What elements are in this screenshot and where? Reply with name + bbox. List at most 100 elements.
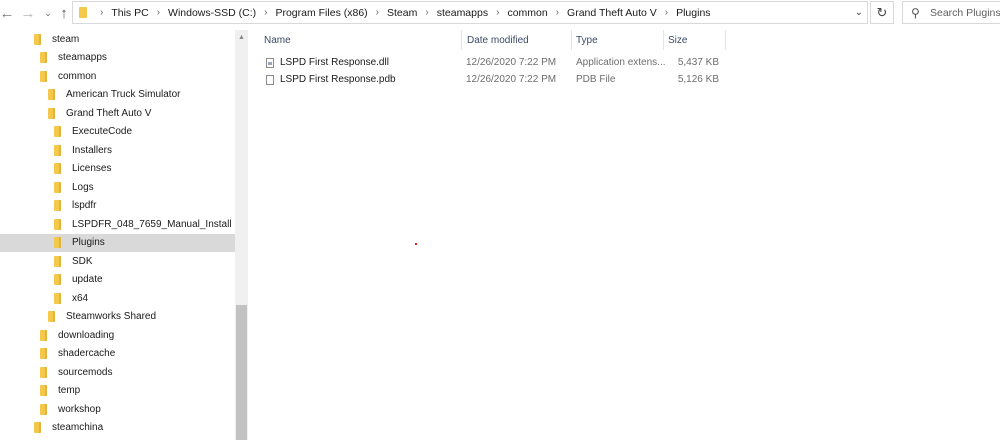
breadcrumb-item[interactable]: › steamapps xyxy=(417,7,488,19)
tree-item[interactable]: steamchina xyxy=(0,419,235,437)
tree-item-label: Plugins xyxy=(72,237,105,248)
up-arrow-icon: ↑ xyxy=(60,4,68,22)
tree-item-label: Installers xyxy=(72,144,113,156)
folder-icon xyxy=(48,311,55,322)
breadcrumb-separator-icon[interactable]: › xyxy=(425,7,428,18)
breadcrumb-item[interactable]: › Steam xyxy=(368,7,418,19)
address-bar[interactable]: › This PC › Windows-SSD (C:) › Program Files … xyxy=(72,1,868,24)
breadcrumb-item[interactable]: › Windows-SSD (C:) xyxy=(149,7,256,19)
breadcrumb-separator-icon[interactable]: › xyxy=(264,7,267,18)
forward-button[interactable]: → xyxy=(18,0,38,26)
breadcrumb-separator-icon[interactable]: › xyxy=(157,7,160,18)
tree-item-label: Grand Theft Auto V xyxy=(66,107,152,119)
file-name-cell[interactable]: LSPD First Response.dll xyxy=(266,54,389,71)
folder-icon xyxy=(79,7,87,18)
tree-item-label: steamchina xyxy=(52,422,104,433)
breadcrumb-item[interactable]: › Grand Theft Auto V xyxy=(548,7,657,19)
tree-item[interactable]: lspdfr xyxy=(0,197,235,215)
navigation-pane: steam steamapps common American Truck Simul… xyxy=(0,30,235,440)
file-type-cell: PDB File xyxy=(576,74,616,85)
chevron-down-icon: ⌄ xyxy=(854,7,863,18)
tree-item[interactable]: Plugins xyxy=(0,233,235,252)
folder-icon xyxy=(40,70,47,82)
column-header-type[interactable]: Type xyxy=(560,30,664,50)
tree-item-label: Steamworks Shared xyxy=(66,311,157,322)
tree-item[interactable]: common xyxy=(0,67,235,85)
breadcrumb: › This PC › Windows-SSD (C:) › Program Files … xyxy=(92,7,711,19)
back-arrow-icon: ← xyxy=(0,4,15,22)
breadcrumb-item[interactable]: › common xyxy=(488,7,548,19)
tree-item[interactable]: temp xyxy=(0,382,235,400)
tree-item[interactable]: shadercache xyxy=(0,345,235,363)
breadcrumb-item[interactable]: › Program Files (x86) xyxy=(256,7,368,19)
folder-icon xyxy=(54,163,61,174)
breadcrumb-separator-icon[interactable]: › xyxy=(376,7,379,18)
tree-item-label: x64 xyxy=(72,292,89,304)
tree-item[interactable]: American Truck Simulator xyxy=(0,86,235,104)
tree-item[interactable]: x64 xyxy=(0,289,235,307)
tree-item-label: steamapps xyxy=(58,52,107,63)
address-dropdown-button[interactable]: ⌄ xyxy=(855,2,863,23)
tree-item-label: update xyxy=(72,274,103,285)
file-row[interactable]: LSPD First Response.dll 12/26/2020 7:22 P… xyxy=(248,54,1000,71)
tree-item-label: shadercache xyxy=(58,348,116,359)
file-name-cell[interactable]: LSPD First Response.pdb xyxy=(266,71,396,88)
tree-item-label: workshop xyxy=(58,403,101,415)
column-header-size[interactable]: Size xyxy=(652,30,726,50)
breadcrumb-separator-icon[interactable]: › xyxy=(556,7,559,18)
breadcrumb-item[interactable]: › This PC xyxy=(92,7,149,19)
tree-item[interactable]: Installers xyxy=(0,141,235,159)
search-input[interactable] xyxy=(930,6,1000,19)
up-button[interactable]: ↑ xyxy=(56,0,72,26)
tree-item[interactable]: update xyxy=(0,271,235,289)
column-header-date[interactable]: Date modified xyxy=(449,30,572,50)
tree-item[interactable]: ExecuteCode xyxy=(0,123,235,141)
tree-item-label: American Truck Simulator xyxy=(66,89,181,100)
folder-icon xyxy=(40,329,47,341)
navigation-bar: ← → ⌄ ↑ › This PC › Windows-SSD (C:) › Progra… xyxy=(0,0,1000,26)
folder-icon xyxy=(40,403,47,415)
scroll-up-icon[interactable]: ▲ xyxy=(235,30,248,44)
search-box[interactable]: ⚲ xyxy=(902,1,1000,24)
chevron-down-icon: ⌄ xyxy=(44,7,52,18)
navigation-scrollbar[interactable]: ▲ xyxy=(235,30,248,440)
folder-icon xyxy=(54,126,61,137)
tree-item[interactable]: Logs xyxy=(0,178,235,196)
folder-icon xyxy=(40,366,47,378)
breadcrumb-separator-icon[interactable]: › xyxy=(665,7,668,18)
tree-item[interactable]: sourcemods xyxy=(0,363,235,381)
tree-item[interactable]: steamapps xyxy=(0,49,235,67)
breadcrumb-item[interactable]: › Plugins xyxy=(657,7,711,19)
tree-item-label: sourcemods xyxy=(58,366,113,378)
breadcrumb-separator-icon[interactable]: › xyxy=(100,7,103,18)
tree-item[interactable]: SDK xyxy=(0,252,235,270)
folder-icon xyxy=(54,218,61,230)
tree-item-label: steam xyxy=(52,33,80,45)
file-size-cell: 5,437 KB xyxy=(677,57,719,68)
tree-item[interactable]: Grand Theft Auto V xyxy=(0,104,235,122)
document-file-icon xyxy=(266,74,274,85)
dll-file-icon xyxy=(266,57,274,68)
tree-item-label: lspdfr xyxy=(72,200,97,211)
tree-item[interactable]: Steamworks Shared xyxy=(0,308,235,326)
tree-item-label: Logs xyxy=(72,181,94,193)
file-row[interactable]: LSPD First Response.pdb 12/26/2020 7:22 P… xyxy=(248,71,1000,88)
column-divider[interactable] xyxy=(725,30,726,50)
folder-icon xyxy=(40,52,47,63)
file-date-cell: 12/26/2020 7:22 PM xyxy=(466,74,557,85)
tree-item[interactable]: workshop xyxy=(0,400,235,418)
back-button[interactable]: ← xyxy=(0,0,15,26)
refresh-button[interactable]: ↻ xyxy=(870,1,894,24)
tree-item[interactable]: Licenses xyxy=(0,160,235,178)
folder-icon xyxy=(40,385,47,396)
file-size-cell: 5,126 KB xyxy=(677,74,719,85)
tree-item[interactable]: steam xyxy=(0,30,235,48)
refresh-icon: ↻ xyxy=(876,4,888,20)
tree-item-label: LSPDFR_048_7659_Manual_Install xyxy=(72,218,232,230)
breadcrumb-separator-icon[interactable]: › xyxy=(496,7,499,18)
tree-item[interactable]: downloading xyxy=(0,326,235,344)
scrollbar-thumb[interactable] xyxy=(236,305,247,440)
tree-item[interactable]: LSPDFR_048_7659_Manual_Install xyxy=(0,215,235,233)
column-header-name[interactable]: Name xyxy=(248,30,461,50)
recent-locations-button[interactable]: ⌄ xyxy=(42,0,54,26)
